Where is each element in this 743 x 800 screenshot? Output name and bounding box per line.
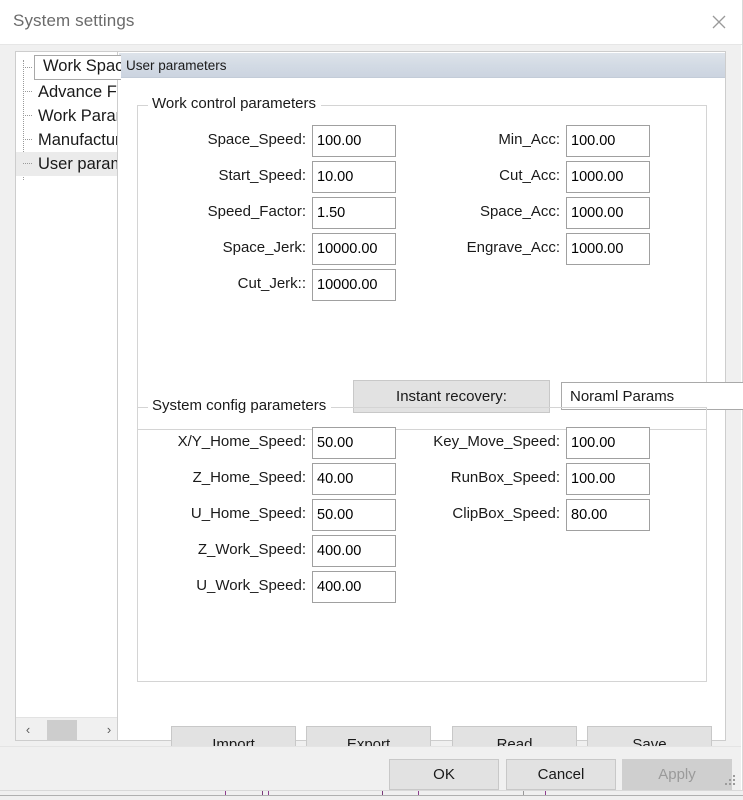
field-label: ClipBox_Speed:: [411, 499, 566, 529]
field-label: Speed_Factor:: [178, 197, 312, 227]
tree-branch-icon: [23, 139, 32, 140]
field-u-work-speed: U_Work_Speed:: [160, 571, 396, 603]
field-start-speed: Start_Speed:: [178, 161, 396, 193]
scroll-left-arrow-icon[interactable]: ‹: [18, 718, 38, 741]
system-settings-screen: System settings Work Space: [0, 0, 743, 800]
sidebar-item-advance-fu[interactable]: Advance Fu: [16, 80, 122, 104]
close-button[interactable]: [696, 0, 742, 44]
tree-horizontal-scrollbar[interactable]: ‹ ›: [16, 717, 121, 740]
dialog-body: Work Space Advance Fu Work Param Manufac…: [0, 45, 741, 746]
key-move-speed-input[interactable]: [566, 427, 650, 459]
field-label: U_Work_Speed:: [160, 571, 312, 601]
resize-grip-icon[interactable]: [725, 775, 737, 787]
tree-branch-icon: [23, 163, 32, 164]
u-home-speed-input[interactable]: [312, 499, 396, 531]
sidebar-item-label: Advance Fu: [38, 83, 122, 102]
field-label: Z_Home_Speed:: [160, 463, 312, 493]
user-parameters-panel: User parameters Work control parameters …: [117, 51, 726, 741]
field-label: Space_Speed:: [178, 125, 312, 155]
engrave-acc-input[interactable]: [566, 233, 650, 265]
field-label: Key_Move_Speed:: [411, 427, 566, 457]
tree-item-tooltip: Work Space: [34, 55, 122, 80]
space-acc-input[interactable]: [566, 197, 650, 229]
field-label: Min_Acc:: [450, 125, 566, 155]
field-label: Engrave_Acc:: [450, 233, 566, 263]
recovery-params-select[interactable]: Noraml Params: [561, 382, 743, 410]
field-z-work-speed: Z_Work_Speed:: [160, 535, 396, 567]
ruler-baseline: [0, 795, 743, 796]
sidebar-item-manufactur[interactable]: Manufactur: [16, 128, 122, 152]
ok-button[interactable]: OK: [389, 759, 499, 790]
tree-branch-icon: [23, 91, 32, 92]
panel-header-title: User parameters: [119, 53, 725, 78]
field-label: Space_Acc:: [450, 197, 566, 227]
clipbox-speed-input[interactable]: [566, 499, 650, 531]
field-space-acc: Space_Acc:: [450, 197, 650, 229]
background-ruler-artifact: [0, 790, 743, 800]
cut-jerk-input[interactable]: [312, 269, 396, 301]
field-cut-acc: Cut_Acc:: [450, 161, 650, 193]
system-settings-window: System settings Work Space: [0, 0, 743, 791]
z-work-speed-input[interactable]: [312, 535, 396, 567]
tree-branch-icon: [23, 115, 32, 116]
apply-button: Apply: [622, 759, 732, 790]
cancel-button[interactable]: Cancel: [506, 759, 616, 790]
z-home-speed-input[interactable]: [312, 463, 396, 495]
field-key-move-speed: Key_Move_Speed:: [411, 427, 650, 459]
group-title: System config parameters: [148, 397, 331, 414]
field-label: Z_Work_Speed:: [160, 535, 312, 565]
runbox-speed-input[interactable]: [566, 463, 650, 495]
field-xy-home-speed: X/Y_Home_Speed:: [160, 427, 396, 459]
page-title: System settings: [13, 11, 135, 31]
field-space-speed: Space_Speed:: [178, 125, 396, 157]
settings-tree-panel: Work Space Advance Fu Work Param Manufac…: [15, 51, 122, 741]
sidebar-item-label: Manufactur: [38, 131, 121, 150]
close-icon: [711, 14, 727, 30]
field-space-jerk: Space_Jerk:: [178, 233, 396, 265]
min-acc-input[interactable]: [566, 125, 650, 157]
field-label: Cut_Acc:: [450, 161, 566, 191]
field-label: X/Y_Home_Speed:: [160, 427, 312, 457]
field-runbox-speed: RunBox_Speed:: [411, 463, 650, 495]
sidebar-item-work-param[interactable]: Work Param: [16, 104, 122, 128]
dialog-footer: OK Cancel Apply: [0, 746, 741, 790]
field-label: U_Home_Speed:: [160, 499, 312, 529]
field-min-acc: Min_Acc:: [450, 125, 650, 157]
field-label: RunBox_Speed:: [411, 463, 566, 493]
field-label: Cut_Jerk::: [178, 269, 312, 299]
space-jerk-input[interactable]: [312, 233, 396, 265]
window-titlebar: System settings: [0, 0, 742, 45]
field-engrave-acc: Engrave_Acc:: [450, 233, 650, 265]
sidebar-item-label: Work Param: [38, 107, 122, 126]
cut-acc-input[interactable]: [566, 161, 650, 193]
speed-factor-input[interactable]: [312, 197, 396, 229]
recovery-params-selected-value: Noraml Params: [562, 388, 743, 405]
field-cut-jerk: Cut_Jerk::: [178, 269, 396, 301]
start-speed-input[interactable]: [312, 161, 396, 193]
field-speed-factor: Speed_Factor:: [178, 197, 396, 229]
space-speed-input[interactable]: [312, 125, 396, 157]
tree-branch-icon: [23, 67, 32, 68]
field-u-home-speed: U_Home_Speed:: [160, 499, 396, 531]
group-title: Work control parameters: [148, 95, 321, 112]
sidebar-item-label: User param: [38, 155, 122, 174]
field-clipbox-speed: ClipBox_Speed:: [411, 499, 650, 531]
field-label: Space_Jerk:: [178, 233, 312, 263]
field-label: Start_Speed:: [178, 161, 312, 191]
scrollbar-thumb[interactable]: [47, 720, 77, 741]
u-work-speed-input[interactable]: [312, 571, 396, 603]
xy-home-speed-input[interactable]: [312, 427, 396, 459]
sidebar-item-user-param[interactable]: User param: [16, 152, 122, 176]
field-z-home-speed: Z_Home_Speed:: [160, 463, 396, 495]
scroll-right-arrow-icon[interactable]: ›: [99, 718, 119, 741]
